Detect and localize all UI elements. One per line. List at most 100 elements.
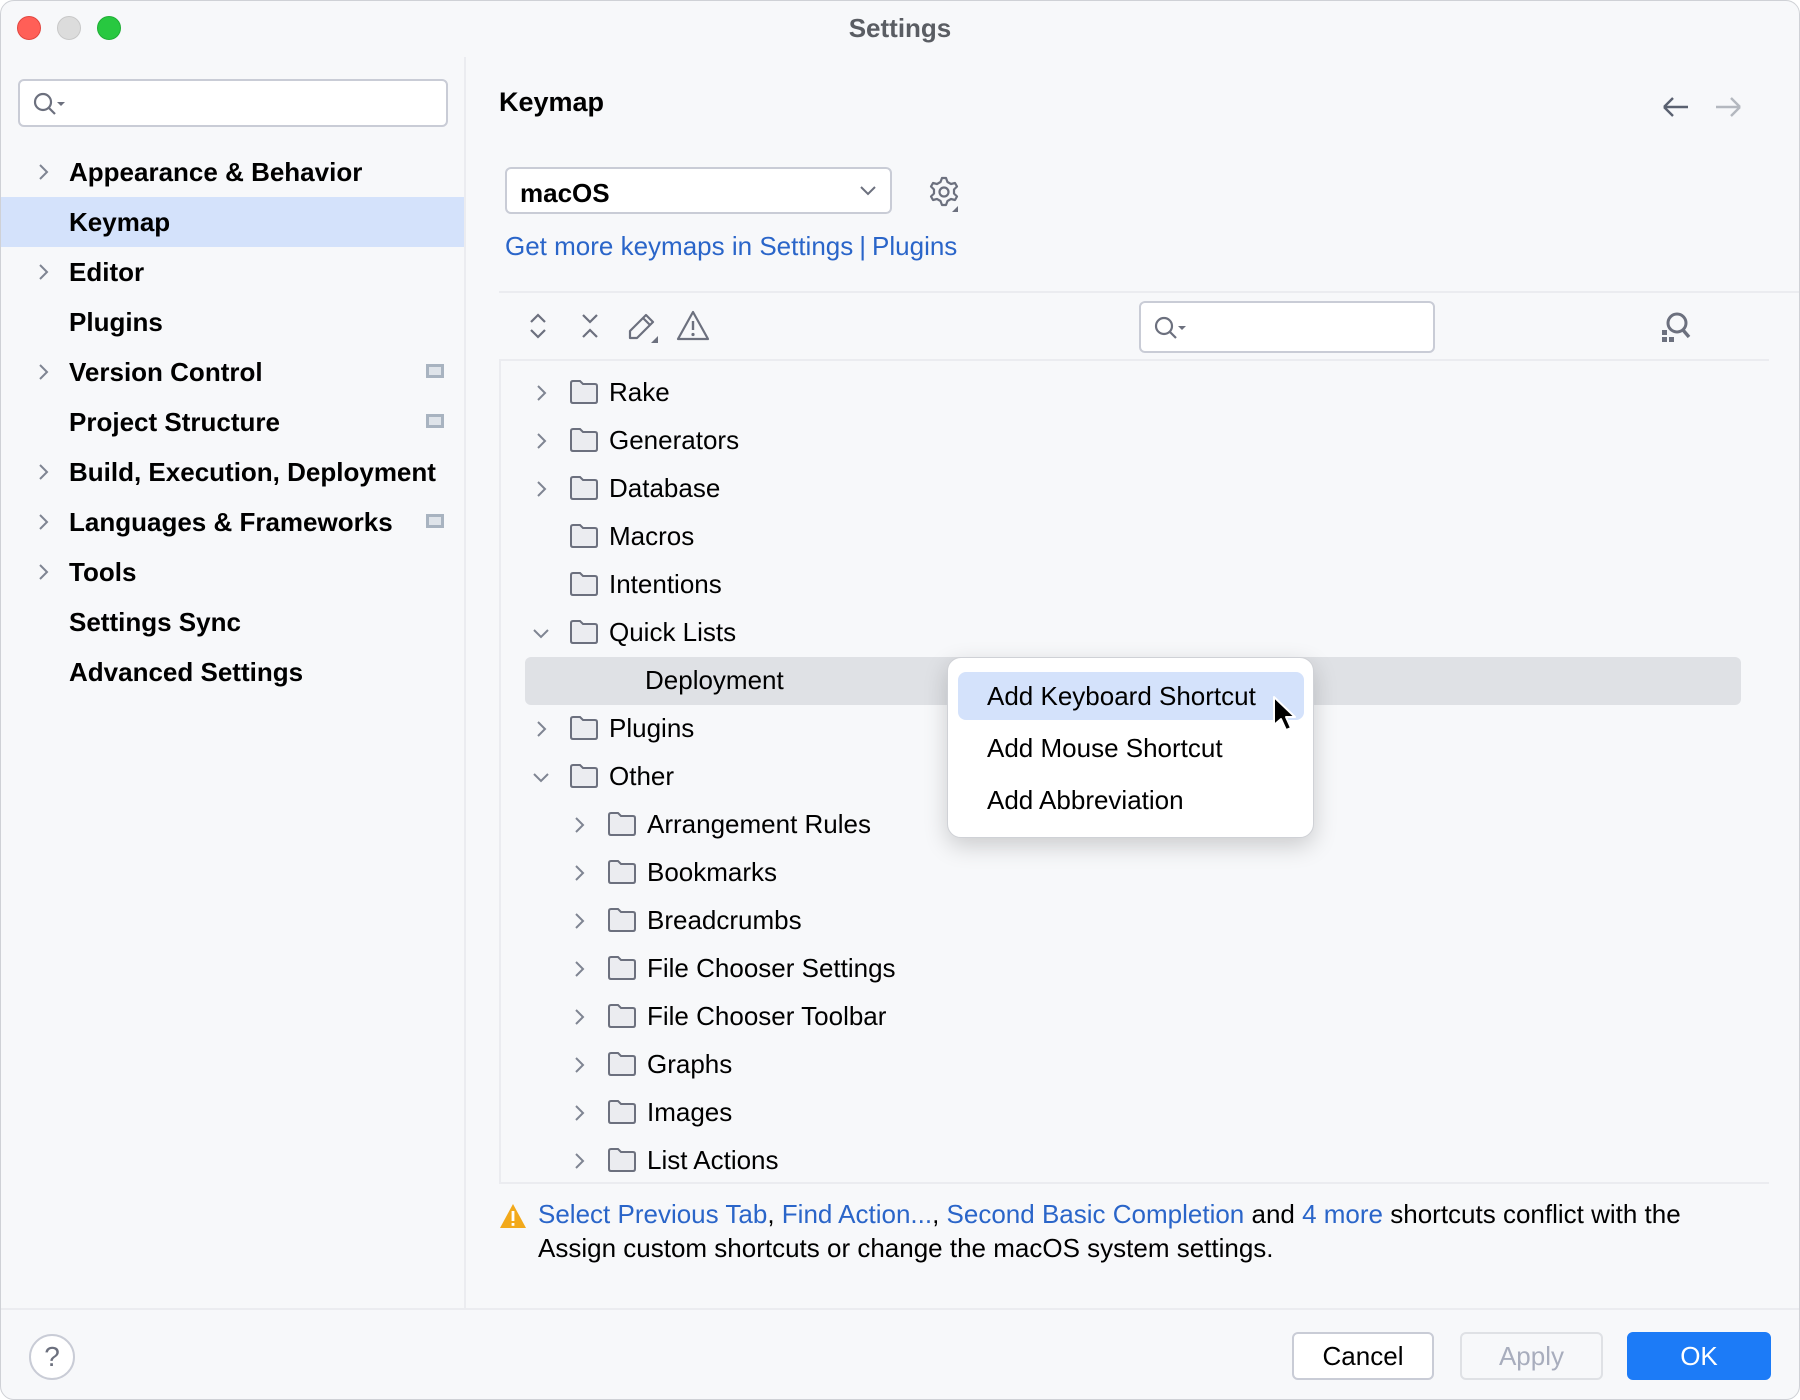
- chevron-right-icon[interactable]: [569, 959, 589, 979]
- chevron-right-icon[interactable]: [569, 863, 589, 883]
- tree-row[interactable]: Graphs: [501, 1041, 1741, 1089]
- folder-icon: [607, 1147, 637, 1173]
- tree-row[interactable]: Quick Lists: [501, 609, 1741, 657]
- menu-item-add-abbreviation[interactable]: Add Abbreviation: [958, 776, 1304, 824]
- chevron-down-icon[interactable]: [531, 623, 551, 643]
- sidebar-item-appearance-behavior[interactable]: Appearance & Behavior: [1, 147, 464, 197]
- tree-row-label: Plugins: [609, 713, 695, 743]
- edit-shortcut-button[interactable]: [622, 306, 662, 346]
- cancel-button[interactable]: Cancel: [1292, 1332, 1434, 1380]
- collapse-all-button[interactable]: [570, 306, 610, 346]
- chevron-right-icon[interactable]: [33, 262, 53, 282]
- folder-icon: [607, 1003, 637, 1029]
- chevron-right-icon[interactable]: [569, 1151, 589, 1171]
- tree-row-label: List Actions: [647, 1145, 779, 1175]
- folder-icon: [569, 523, 599, 549]
- warning-tail: shortcuts conflict with the: [1383, 1199, 1681, 1229]
- chevron-right-icon[interactable]: [569, 1103, 589, 1123]
- search-icon: [32, 91, 72, 122]
- get-more-keymaps-link[interactable]: Get more keymaps in Settings: [505, 231, 853, 261]
- conflict-link-more[interactable]: 4 more: [1302, 1199, 1383, 1229]
- chevron-down-icon[interactable]: [531, 767, 551, 787]
- plugins-link[interactable]: Plugins: [872, 231, 957, 261]
- back-button[interactable]: [1660, 93, 1692, 121]
- divider: [499, 291, 1799, 293]
- chevron-down-icon: [858, 183, 878, 202]
- settings-sidebar: Appearance & Behavior Keymap Editor Plugins…: [1, 57, 466, 1308]
- sidebar-item-settings-sync[interactable]: Settings Sync: [1, 597, 464, 647]
- conflict-link-select-previous-tab[interactable]: Select Previous Tab: [538, 1199, 767, 1229]
- sidebar-item-label: Tools: [69, 556, 137, 587]
- dialog-footer: ? Cancel Apply OK: [1, 1308, 1799, 1399]
- folder-icon: [607, 955, 637, 981]
- tree-row[interactable]: Database: [501, 465, 1741, 513]
- forward-button[interactable]: [1712, 93, 1744, 121]
- chevron-right-icon[interactable]: [33, 562, 53, 582]
- keymap-selected-value: macOS: [520, 178, 610, 208]
- tree-row[interactable]: List Actions: [501, 1137, 1741, 1185]
- tree-row[interactable]: Breadcrumbs: [501, 897, 1741, 945]
- sidebar-item-build-execution-deployment[interactable]: Build, Execution, Deployment: [1, 447, 464, 497]
- mouse-pointer-icon: [1273, 696, 1296, 731]
- conflict-link-second-basic-completion[interactable]: Second Basic Completion: [947, 1199, 1245, 1229]
- chevron-right-icon[interactable]: [569, 911, 589, 931]
- keymap-settings-button[interactable]: [923, 173, 963, 213]
- tree-row[interactable]: Intentions: [501, 561, 1741, 609]
- keymap-dropdown[interactable]: macOS: [505, 167, 892, 214]
- sidebar-item-languages-frameworks[interactable]: Languages & Frameworks: [1, 497, 464, 547]
- sidebar-item-project-structure[interactable]: Project Structure: [1, 397, 464, 447]
- link-separator: |: [859, 231, 867, 261]
- chevron-right-icon[interactable]: [531, 431, 551, 451]
- sidebar-item-editor[interactable]: Editor: [1, 247, 464, 297]
- show-conflicts-button[interactable]: [673, 306, 713, 346]
- menu-item-label: Add Keyboard Shortcut: [987, 681, 1256, 711]
- tree-row[interactable]: Generators: [501, 417, 1741, 465]
- expand-all-button[interactable]: [518, 306, 558, 346]
- tree-row[interactable]: Macros: [501, 513, 1741, 561]
- tree-row-label: Breadcrumbs: [647, 905, 802, 935]
- project-level-icon: [426, 414, 444, 428]
- menu-item-add-keyboard-shortcut[interactable]: Add Keyboard Shortcut: [958, 672, 1304, 720]
- tree-row-label: Rake: [609, 377, 670, 407]
- find-by-shortcut-button[interactable]: [1655, 307, 1695, 347]
- chevron-right-icon[interactable]: [569, 1007, 589, 1027]
- sidebar-item-version-control[interactable]: Version Control: [1, 347, 464, 397]
- sidebar-item-advanced-settings[interactable]: Advanced Settings: [1, 647, 464, 697]
- chevron-right-icon[interactable]: [531, 479, 551, 499]
- gear-icon: [929, 176, 959, 212]
- chevron-right-icon[interactable]: [531, 383, 551, 403]
- apply-button[interactable]: Apply: [1460, 1332, 1603, 1380]
- sidebar-item-label: Project Structure: [69, 406, 280, 437]
- chevron-right-icon[interactable]: [569, 1055, 589, 1075]
- tree-row-label: Database: [609, 473, 721, 503]
- tree-row[interactable]: File Chooser Settings: [501, 945, 1741, 993]
- sidebar-item-keymap[interactable]: Keymap: [1, 197, 464, 247]
- sidebar-item-label: Settings Sync: [69, 606, 241, 637]
- sidebar-item-label: Keymap: [69, 206, 171, 237]
- chevron-right-icon[interactable]: [531, 719, 551, 739]
- sidebar-item-plugins[interactable]: Plugins: [1, 297, 464, 347]
- chevron-right-icon[interactable]: [33, 462, 53, 482]
- help-button[interactable]: ?: [29, 1334, 75, 1380]
- tree-row-label: Bookmarks: [647, 857, 778, 887]
- menu-item-add-mouse-shortcut[interactable]: Add Mouse Shortcut: [958, 724, 1304, 772]
- warning-and: and: [1244, 1199, 1303, 1229]
- settings-nav-list: Appearance & Behavior Keymap Editor Plugins…: [1, 147, 464, 697]
- tree-row[interactable]: Rake: [501, 369, 1741, 417]
- tree-row-label: Deployment: [645, 665, 784, 695]
- ok-button[interactable]: OK: [1627, 1332, 1771, 1380]
- find-shortcut-icon: [1662, 312, 1691, 342]
- chevron-right-icon[interactable]: [569, 815, 589, 835]
- tree-row[interactable]: Images: [501, 1089, 1741, 1137]
- chevron-right-icon[interactable]: [33, 162, 53, 182]
- chevron-right-icon[interactable]: [33, 362, 53, 382]
- conflict-link-find-action[interactable]: Find Action...: [782, 1199, 932, 1229]
- tree-row[interactable]: File Chooser Toolbar: [501, 993, 1741, 1041]
- action-search-input[interactable]: [1139, 301, 1435, 353]
- folder-icon: [569, 475, 599, 501]
- project-level-icon: [426, 514, 444, 528]
- tree-row[interactable]: Bookmarks: [501, 849, 1741, 897]
- sidebar-item-tools[interactable]: Tools: [1, 547, 464, 597]
- settings-search-input[interactable]: [18, 79, 448, 127]
- chevron-right-icon[interactable]: [33, 512, 53, 532]
